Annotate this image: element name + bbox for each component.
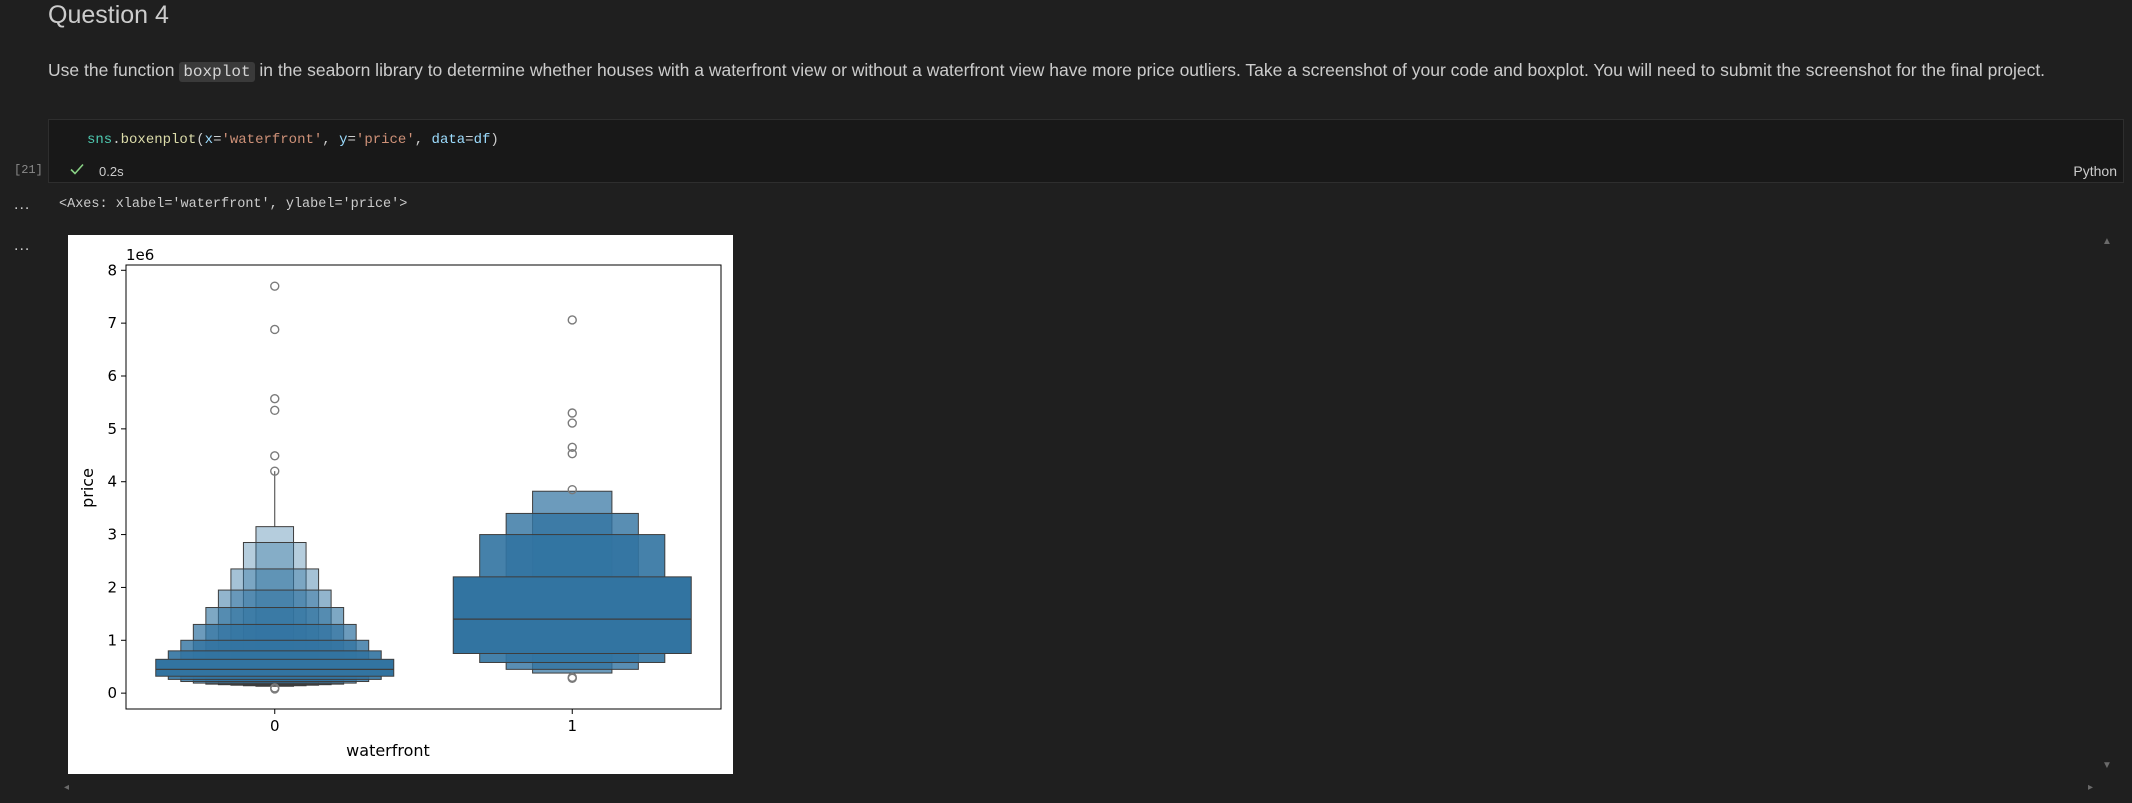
question-text-after: in the seaborn library to determine whet… [254,60,2046,80]
outlier-point [567,315,577,325]
code-token: ( [196,132,205,148]
inline-code-boxplot: boxplot [179,62,255,82]
code-token: 'price' [355,132,415,148]
boxen-box [155,658,395,677]
boxenplot-chart: 0 1 2 3 4 5 6 7 8 0 1 1e6 waterfront price [78,246,722,760]
output-text: <Axes: xlabel='waterfront', ylabel='pric… [59,197,408,212]
scroll-left-icon[interactable]: ◂ [64,782,69,793]
code-token: x [204,132,214,148]
check-icon [70,163,84,175]
code-token: . [112,132,121,148]
code-token: boxenplot [120,132,197,148]
output-more-actions-button[interactable]: ... [14,238,30,254]
y-axis-label: price [78,468,97,508]
scroll-down-icon[interactable]: ▼ [2102,760,2112,771]
execution-count: [21] [14,163,43,177]
execution-time: 0.2s [99,164,124,179]
code-token: ) [490,132,499,148]
scroll-up-icon[interactable]: ▲ [2102,236,2112,247]
code-token: = [347,132,356,148]
code-token: data [431,132,466,148]
x-tick-label: 0 [270,717,280,735]
y-tick-label: 0 [107,684,117,702]
outlier-point [567,418,577,428]
y-tick-label: 4 [107,473,117,491]
code-token: y [339,132,348,148]
outlier-point [270,281,280,291]
x-tick-label: 1 [567,717,577,735]
outlier-point [270,451,280,461]
question-text: Use the function boxplot in the seaborn … [48,58,2045,84]
code-token: , [322,132,340,148]
outlier-point [270,324,280,335]
code-token: df [473,132,491,148]
x-axis-label: waterfront [346,741,430,760]
code-token: , [414,132,432,148]
y-tick-label: 7 [107,314,117,332]
code-token: = [465,132,474,148]
y-tick-label: 3 [107,526,117,544]
output-more-actions-button[interactable]: ... [14,197,30,213]
y-tick-label: 8 [107,261,117,279]
scroll-right-icon[interactable]: ▸ [2088,782,2093,793]
code-token: 'waterfront' [221,132,323,148]
outlier-point [270,394,280,404]
y-offset-label: 1e6 [126,246,154,264]
y-tick-label: 6 [107,367,117,385]
outlier-point [270,405,280,416]
boxenplot-output: 0 1 2 3 4 5 6 7 8 0 1 1e6 waterfront price [68,235,733,774]
code-cell[interactable]: sns.boxenplot(x='waterfront', y='price',… [48,119,2124,183]
outlier-point [567,408,577,418]
question-heading: Question 4 [48,1,169,29]
y-tick-label: 2 [107,578,117,596]
question-text-before: Use the function [48,60,180,80]
code-editor-line[interactable]: sns.boxenplot(x='waterfront', y='price',… [87,132,499,148]
y-tick-label: 5 [107,420,117,438]
code-token: sns [87,132,113,148]
cell-language-button[interactable]: Python [2073,163,2117,179]
y-tick-label: 1 [107,631,117,649]
boxen-box [452,576,692,655]
